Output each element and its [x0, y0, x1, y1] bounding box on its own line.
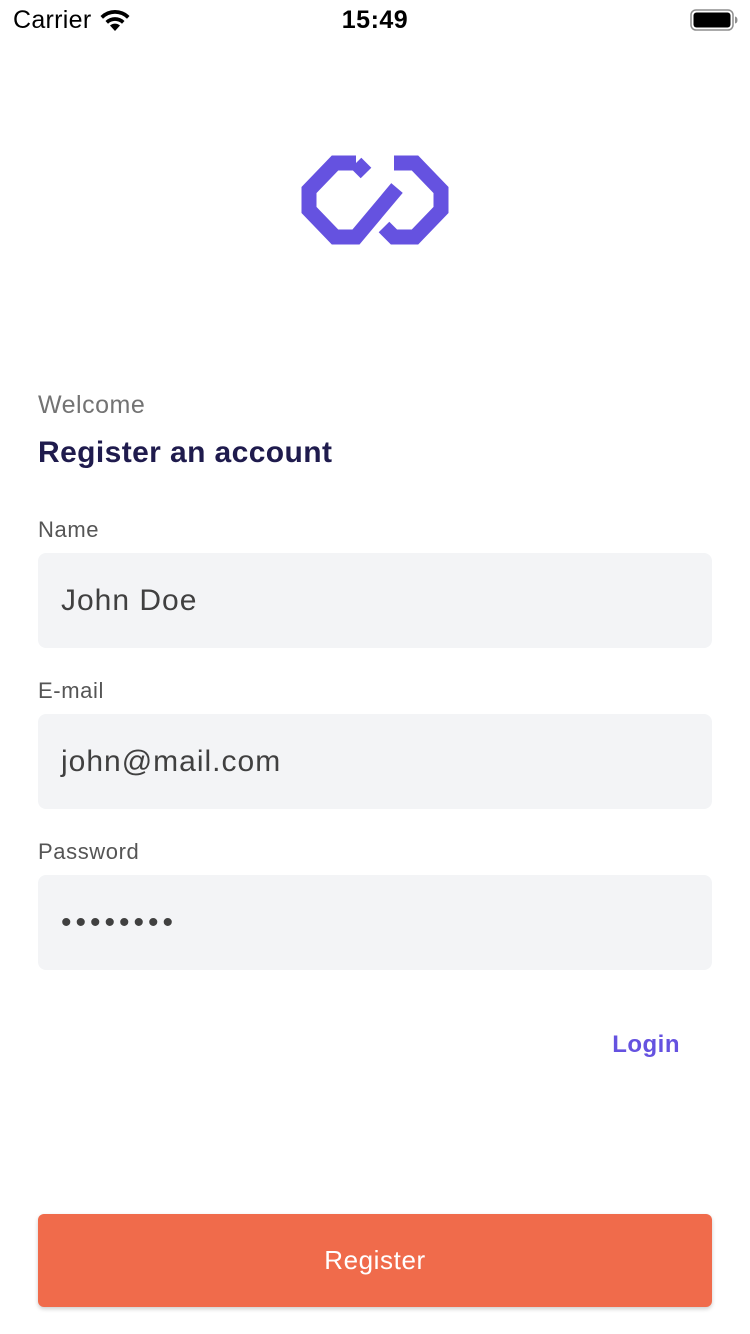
battery-icon [690, 9, 738, 31]
name-value: John Doe [61, 584, 198, 617]
infinity-logo-icon [301, 155, 449, 245]
password-value: •••••••• [61, 906, 178, 939]
email-field[interactable]: john@mail.com [38, 714, 712, 809]
page-title: Register an account [38, 436, 333, 469]
clock: 15:49 [341, 6, 409, 34]
name-field[interactable]: John Doe [38, 553, 712, 648]
welcome-text: Welcome [38, 391, 146, 419]
password-field[interactable]: •••••••• [38, 875, 712, 970]
login-link[interactable]: Login [612, 1031, 680, 1059]
password-label: Password [38, 839, 140, 864]
status-bar: Carrier 15:49 [0, 0, 750, 40]
name-label: Name [38, 517, 100, 542]
email-value: john@mail.com [61, 745, 282, 778]
register-button-label: Register [324, 1245, 426, 1275]
register-button[interactable]: Register [38, 1214, 712, 1307]
email-label: E-mail [38, 678, 104, 703]
register-screen: Carrier 15:49 Welcome Register an accoun… [0, 0, 750, 1334]
